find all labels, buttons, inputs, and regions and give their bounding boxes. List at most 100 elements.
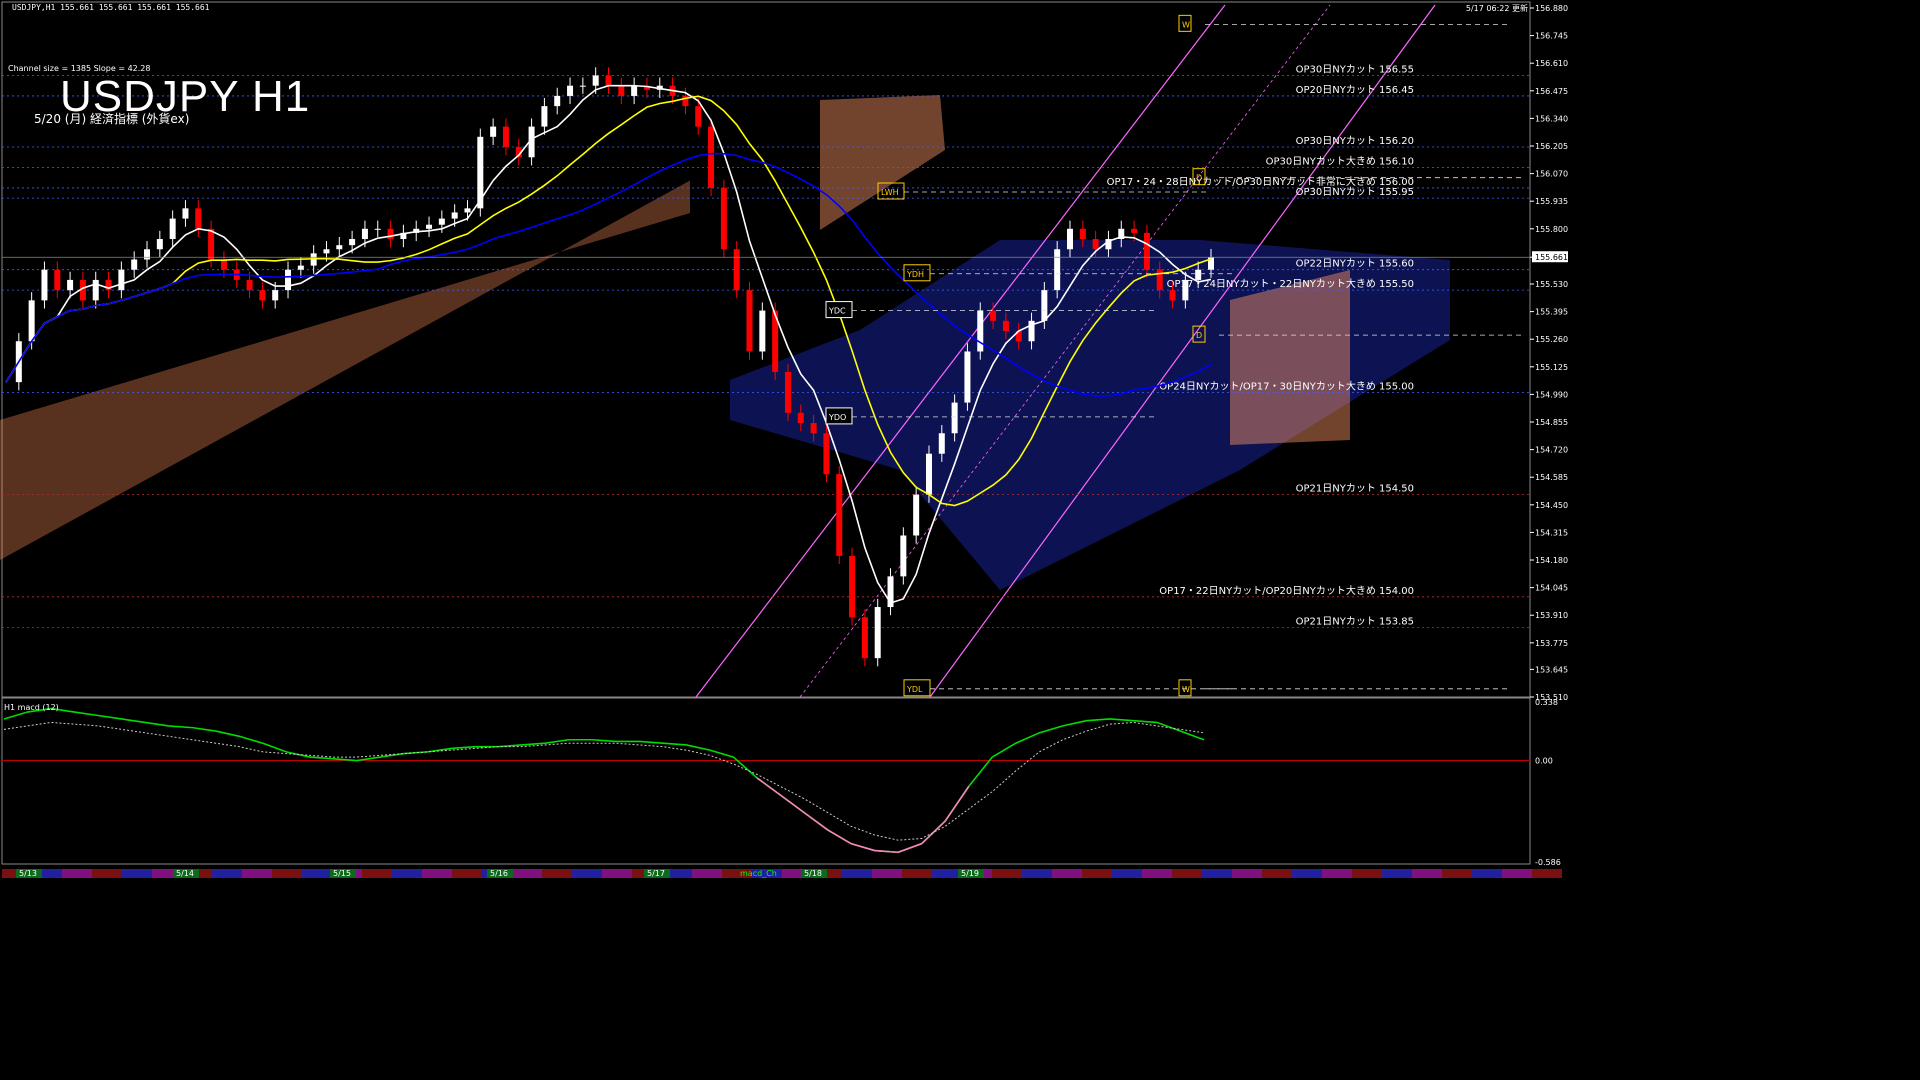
date-strip-seg bbox=[1202, 869, 1232, 878]
candle-body bbox=[836, 474, 843, 556]
candle-body bbox=[1182, 279, 1189, 301]
candle-body bbox=[285, 269, 292, 291]
macd-tick-label: 0.338 bbox=[1535, 698, 1558, 707]
y-tick-label: 156.070 bbox=[1535, 170, 1568, 179]
date-strip-seg bbox=[842, 869, 872, 878]
cut-label: OP20日NYカット 156.45 bbox=[1296, 84, 1414, 96]
y-tick-label: 155.530 bbox=[1535, 280, 1568, 289]
candle-body bbox=[259, 290, 266, 301]
candle-body bbox=[1131, 228, 1138, 233]
page-subtitle: 5/20 (月) 経済指標 (外貨ex) bbox=[34, 112, 190, 126]
date-strip-seg bbox=[1262, 869, 1292, 878]
date-strip-seg bbox=[992, 869, 1022, 878]
candle-body bbox=[631, 85, 638, 96]
marker-label: YDO bbox=[828, 413, 846, 422]
y-tick-label: 154.180 bbox=[1535, 556, 1568, 565]
candle-body bbox=[490, 126, 497, 137]
date-strip-seg bbox=[1292, 869, 1322, 878]
date-strip-seg bbox=[242, 869, 272, 878]
cut-label: OP21日NYカット 153.85 bbox=[1296, 615, 1414, 627]
y-tick-label: 154.990 bbox=[1535, 390, 1568, 399]
candle-body bbox=[746, 290, 753, 352]
date-strip-seg bbox=[1532, 869, 1562, 878]
candle-body bbox=[695, 106, 702, 127]
date-strip-seg bbox=[1052, 869, 1082, 878]
candle-body bbox=[900, 535, 907, 577]
date-label: 5/17 bbox=[647, 869, 665, 878]
candle-body bbox=[67, 279, 74, 291]
candle-body bbox=[925, 453, 932, 495]
cloud-orange bbox=[0, 180, 690, 560]
candle-body bbox=[349, 239, 356, 246]
date-strip-seg bbox=[62, 869, 92, 878]
date-label: 5/15 bbox=[333, 869, 351, 878]
date-strip-seg bbox=[872, 869, 902, 878]
cloud-orange-right bbox=[1230, 270, 1350, 445]
y-tick-label: 154.315 bbox=[1535, 528, 1568, 537]
candle-body bbox=[92, 279, 99, 301]
macd-main-line bbox=[3, 707, 1205, 854]
candle-body bbox=[951, 402, 958, 434]
marker-label: D bbox=[1196, 174, 1202, 183]
date-strip-seg bbox=[1412, 869, 1442, 878]
update-timestamp: 5/17 06:22 更新 bbox=[1465, 4, 1528, 13]
candle-body bbox=[1002, 320, 1009, 332]
date-strip-seg bbox=[1352, 869, 1382, 878]
candle-body bbox=[297, 265, 304, 270]
candle-body bbox=[990, 310, 997, 321]
date-strip-seg bbox=[542, 869, 572, 878]
date-strip-seg bbox=[692, 869, 722, 878]
cut-label: OP30日NYカット 155.95 bbox=[1296, 186, 1414, 198]
date-strip-seg bbox=[392, 869, 422, 878]
candle-body bbox=[1143, 232, 1150, 270]
candle-body bbox=[797, 412, 804, 424]
macd-label: H1 macd (12) bbox=[4, 703, 59, 712]
date-label: 5/14 bbox=[176, 869, 194, 878]
y-tick-label: 155.260 bbox=[1535, 335, 1568, 344]
candle-body bbox=[118, 269, 125, 291]
y-tick-label: 156.340 bbox=[1535, 114, 1568, 123]
candle-body bbox=[361, 228, 368, 240]
date-strip-seg bbox=[1022, 869, 1052, 878]
candle-body bbox=[502, 126, 509, 148]
candle-body bbox=[1195, 269, 1202, 280]
date-strip-seg bbox=[1472, 869, 1502, 878]
candle-body bbox=[733, 249, 740, 291]
candle-body bbox=[156, 239, 163, 250]
marker-label: LWH bbox=[881, 188, 899, 197]
cloud-orange-top bbox=[820, 95, 945, 230]
ichimoku-cloud bbox=[0, 95, 1450, 590]
date-strip-seg bbox=[1082, 869, 1112, 878]
marker-label: YDC bbox=[828, 307, 846, 316]
date-strip-seg bbox=[92, 869, 122, 878]
candle-body bbox=[54, 269, 61, 291]
cut-label: OP17・24日NYカット・22日NYカット大きめ 155.50 bbox=[1167, 277, 1414, 290]
candle-body bbox=[964, 351, 971, 403]
date-strip-seg bbox=[272, 869, 302, 878]
candle-body bbox=[131, 259, 138, 270]
candle-body bbox=[1066, 228, 1073, 250]
date-strip-seg bbox=[1322, 869, 1352, 878]
candle-body bbox=[810, 423, 817, 434]
candle-body bbox=[220, 259, 227, 270]
candle-body bbox=[41, 269, 48, 301]
candle-body bbox=[438, 218, 445, 225]
candle-body bbox=[144, 249, 151, 260]
candle-body bbox=[387, 228, 394, 240]
y-tick-label: 155.800 bbox=[1535, 225, 1568, 234]
date-label: 5/18 bbox=[804, 869, 822, 878]
candle-body bbox=[567, 85, 574, 96]
date-strip-seg bbox=[902, 869, 932, 878]
candle-body bbox=[823, 433, 830, 475]
candle-body bbox=[246, 279, 253, 291]
marker-label: W bbox=[1182, 685, 1190, 694]
cut-label: OP30日NYカット大きめ 156.10 bbox=[1266, 154, 1414, 167]
date-strip-seg bbox=[1442, 869, 1472, 878]
date-strip-seg bbox=[1502, 869, 1532, 878]
candle-body bbox=[208, 228, 215, 260]
date-label: 5/13 bbox=[19, 869, 37, 878]
date-strip-seg bbox=[1112, 869, 1142, 878]
candle-body bbox=[374, 228, 381, 230]
y-tick-label: 153.645 bbox=[1535, 665, 1568, 674]
y-tick-label: 154.855 bbox=[1535, 418, 1568, 427]
